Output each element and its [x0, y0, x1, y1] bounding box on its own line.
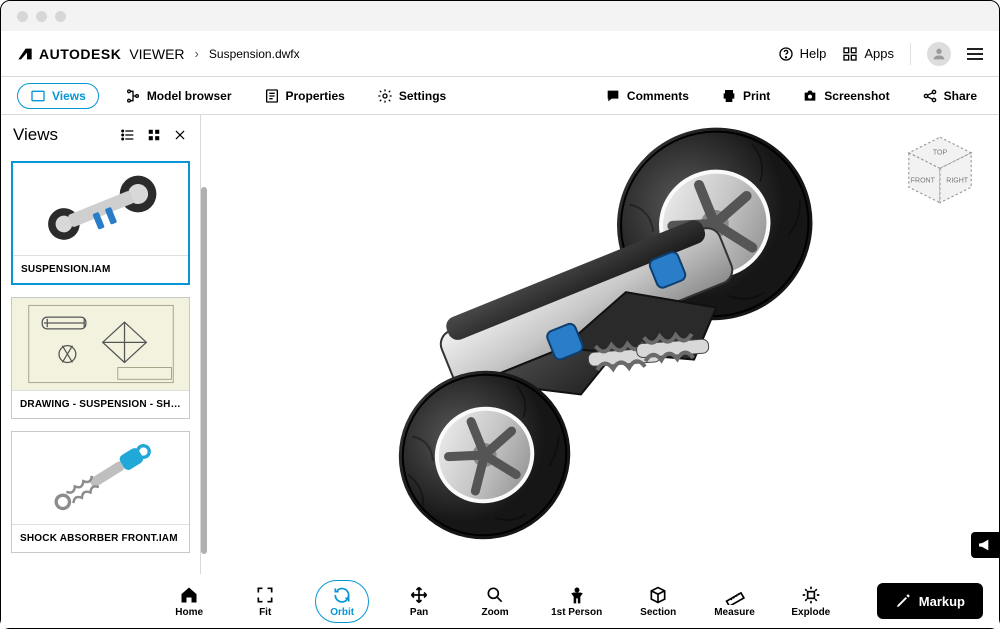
- thumbnail-image: [12, 432, 189, 524]
- share-button[interactable]: Share: [916, 84, 983, 108]
- properties-icon: [264, 88, 280, 104]
- thumbnail-drawing[interactable]: DRAWING - SUSPENSION - SHEET2…: [11, 297, 190, 419]
- navigation-toolbar: Home Fit Orbit Pan Zoom 1st Person Secti…: [1, 574, 999, 628]
- comments-button[interactable]: Comments: [599, 84, 695, 108]
- screenshot-label: Screenshot: [824, 89, 889, 103]
- tab-settings[interactable]: Settings: [371, 84, 452, 108]
- nav-measure[interactable]: Measure: [708, 581, 761, 622]
- print-button[interactable]: Print: [715, 84, 776, 108]
- help-label: Help: [800, 46, 827, 61]
- traffic-light-min[interactable]: [36, 11, 47, 22]
- tab-properties[interactable]: Properties: [258, 84, 351, 108]
- thumbnail-label: DRAWING - SUSPENSION - SHEET2…: [12, 390, 189, 418]
- viewcube-front: FRONT: [911, 177, 936, 184]
- markup-label: Markup: [919, 594, 965, 609]
- nav-first-person-label: 1st Person: [551, 607, 602, 618]
- main-area: Views: [1, 115, 999, 574]
- divider: [910, 43, 911, 65]
- nav-section-label: Section: [640, 607, 676, 618]
- nav-orbit[interactable]: Orbit: [315, 580, 369, 623]
- tab-views-label: Views: [52, 89, 86, 103]
- list-view-icon[interactable]: [120, 127, 136, 143]
- apps-button[interactable]: Apps: [842, 46, 894, 62]
- menu-button[interactable]: [967, 48, 983, 60]
- primary-toolbar: Views Model browser Properties Settings: [1, 77, 999, 115]
- viewcube-top: TOP: [933, 149, 948, 156]
- tab-model-browser-label: Model browser: [147, 89, 232, 103]
- nav-explode[interactable]: Explode: [785, 581, 837, 622]
- nav-pan[interactable]: Pan: [393, 581, 445, 622]
- share-icon: [922, 88, 938, 104]
- gear-icon: [377, 88, 393, 104]
- nav-first-person[interactable]: 1st Person: [545, 581, 608, 622]
- views-sidebar: Views: [1, 115, 201, 574]
- tab-properties-label: Properties: [286, 89, 345, 103]
- help-icon: [778, 46, 794, 62]
- user-avatar[interactable]: [927, 42, 951, 66]
- tab-views[interactable]: Views: [17, 83, 99, 109]
- thumbnail-label: SHOCK ABSORBER FRONT.IAM: [12, 524, 189, 552]
- autodesk-logo-icon: [17, 46, 33, 62]
- thumbnail-label: SUSPENSION.IAM: [13, 255, 188, 283]
- app-header: AUTODESK VIEWER › Suspension.dwfx Help A…: [1, 31, 999, 77]
- thumbnail-shock-absorber[interactable]: SHOCK ABSORBER FRONT.IAM: [11, 431, 190, 553]
- nav-measure-label: Measure: [714, 607, 755, 618]
- nav-explode-label: Explode: [791, 607, 830, 618]
- brand-product: VIEWER: [129, 46, 184, 62]
- nav-zoom-label: Zoom: [481, 607, 508, 618]
- comments-label: Comments: [627, 89, 689, 103]
- nav-section[interactable]: Section: [632, 581, 684, 622]
- viewport[interactable]: TOP FRONT RIGHT: [201, 115, 999, 574]
- views-icon: [30, 88, 46, 104]
- view-cube[interactable]: TOP FRONT RIGHT: [901, 131, 979, 209]
- grid-view-icon[interactable]: [146, 127, 162, 143]
- traffic-light-close[interactable]: [17, 11, 28, 22]
- markup-button[interactable]: Markup: [877, 583, 983, 619]
- viewcube-right: RIGHT: [946, 177, 969, 184]
- tree-icon: [125, 88, 141, 104]
- tab-model-browser[interactable]: Model browser: [119, 84, 238, 108]
- camera-icon: [802, 88, 818, 104]
- traffic-light-max[interactable]: [55, 11, 66, 22]
- nav-orbit-label: Orbit: [330, 607, 354, 618]
- nav-pan-label: Pan: [410, 607, 428, 618]
- apps-grid-icon: [842, 46, 858, 62]
- window-titlebar: [1, 1, 999, 31]
- close-icon[interactable]: [172, 127, 188, 143]
- thumbnail-image: [13, 163, 188, 255]
- brand-name: AUTODESK: [39, 46, 121, 62]
- nav-fit[interactable]: Fit: [239, 581, 291, 622]
- print-label: Print: [743, 89, 770, 103]
- help-button[interactable]: Help: [778, 46, 827, 62]
- share-label: Share: [944, 89, 977, 103]
- comment-icon: [605, 88, 621, 104]
- nav-home-label: Home: [175, 607, 203, 618]
- thumbnail-image: [12, 298, 189, 390]
- apps-label: Apps: [864, 46, 894, 61]
- nav-fit-label: Fit: [259, 607, 271, 618]
- chevron-right-icon: ›: [195, 46, 199, 61]
- screenshot-button[interactable]: Screenshot: [796, 84, 895, 108]
- print-icon: [721, 88, 737, 104]
- nav-zoom[interactable]: Zoom: [469, 581, 521, 622]
- thumbnail-suspension[interactable]: SUSPENSION.IAM: [11, 161, 190, 285]
- model-canvas[interactable]: [201, 115, 999, 574]
- nav-home[interactable]: Home: [163, 581, 215, 622]
- sidebar-title: Views: [13, 125, 58, 145]
- tab-settings-label: Settings: [399, 89, 446, 103]
- breadcrumb-filename: Suspension.dwfx: [209, 47, 300, 61]
- feedback-tab[interactable]: [971, 532, 999, 558]
